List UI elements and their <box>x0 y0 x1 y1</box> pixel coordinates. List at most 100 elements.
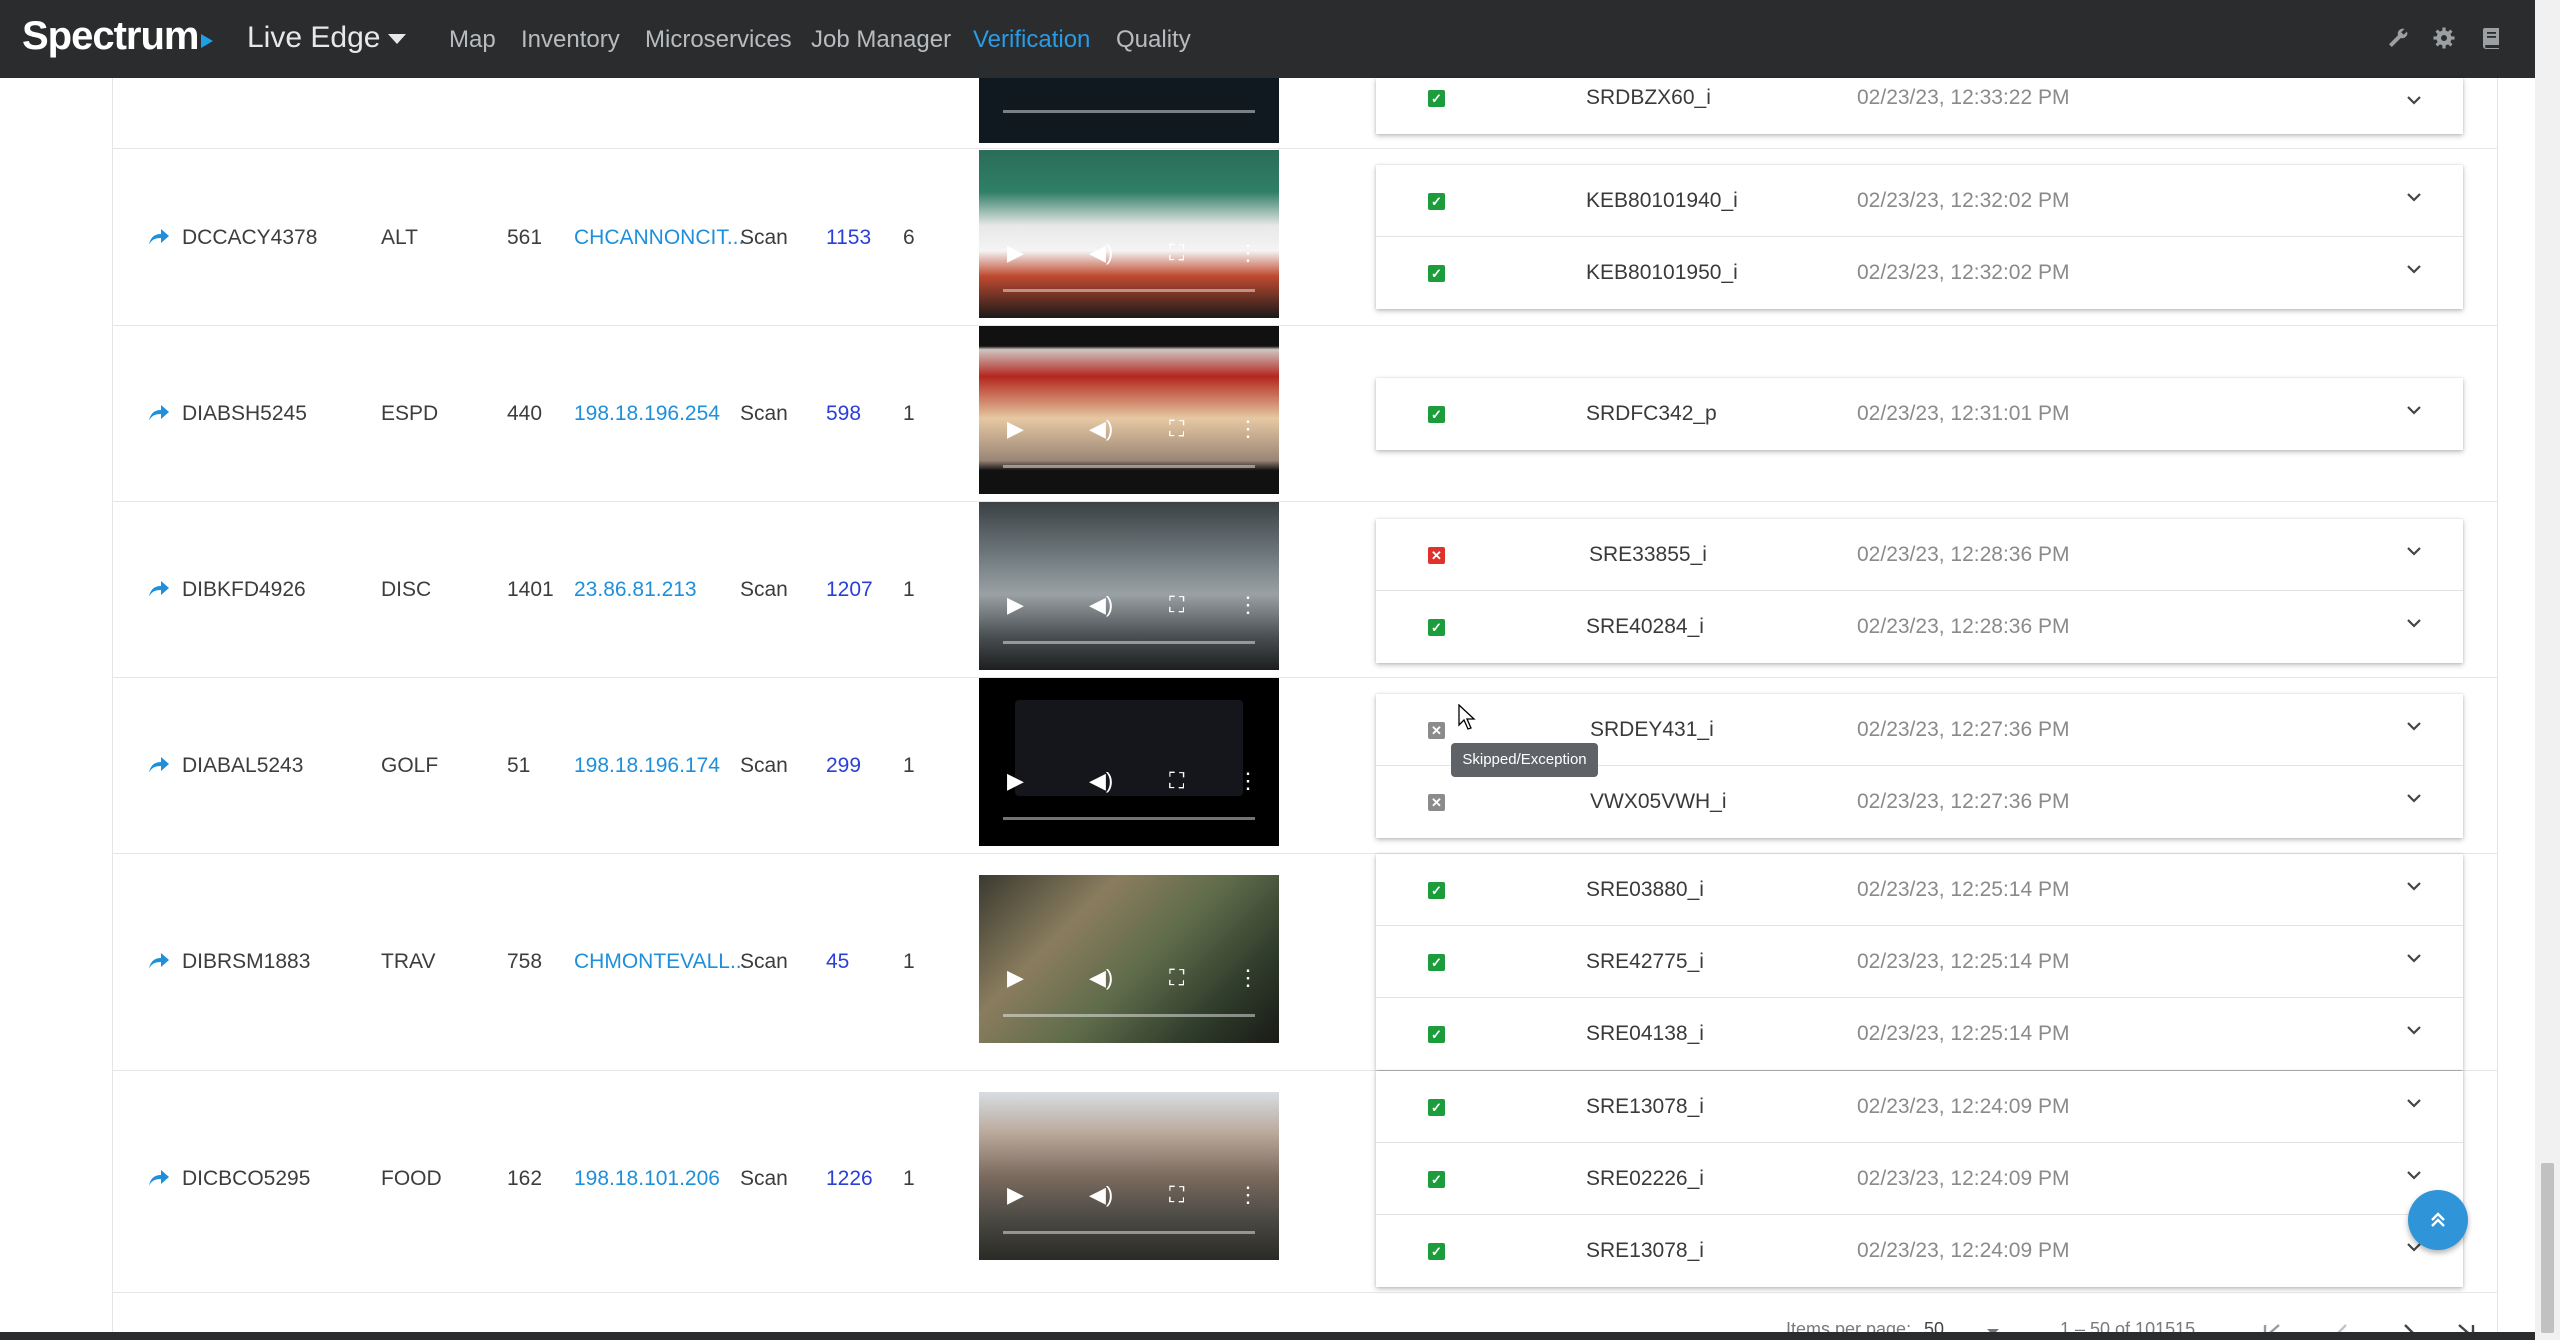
play-icon[interactable]: ▶ <box>1007 1182 1024 1208</box>
check-row[interactable]: ✓ SRE03880_i 02/23/23, 12:25:14 PM <box>1376 854 2463 926</box>
count-link[interactable]: 598 <box>826 402 861 426</box>
volume-icon[interactable]: ◀) <box>1089 1182 1113 1208</box>
video-progress[interactable] <box>1003 1231 1255 1234</box>
check-row[interactable]: ✓ SRDFC342_p 02/23/23, 12:31:01 PM <box>1376 378 2463 450</box>
share-icon[interactable] <box>148 404 170 422</box>
nav-job-manager[interactable]: Job Manager <box>811 26 951 54</box>
address-link[interactable]: 23.86.81.213 <box>574 578 697 602</box>
count-link[interactable]: 45 <box>826 950 849 974</box>
address-link[interactable]: 198.18.196.174 <box>574 754 720 778</box>
fullscreen-icon[interactable]: ⛶ <box>1169 1182 1184 1208</box>
number: 162 <box>507 1167 543 1190</box>
chevron-down-icon[interactable] <box>2406 1095 2422 1111</box>
video-progress[interactable] <box>1003 1014 1255 1017</box>
volume-icon[interactable]: ◀) <box>1089 592 1113 618</box>
video-player[interactable]: ▶ ◀) ⛶ ⋮ <box>979 875 1279 1043</box>
chevron-down-icon[interactable] <box>2406 950 2422 966</box>
count-link[interactable]: 1207 <box>826 578 873 602</box>
check-row[interactable]: ✓ SRE40284_i 02/23/23, 12:28:36 PM <box>1376 591 2463 663</box>
check-row[interactable]: ✓ SRE13078_i 02/23/23, 12:24:09 PM <box>1376 1215 2463 1287</box>
volume-icon[interactable]: ◀) <box>1089 965 1113 991</box>
video-progress[interactable] <box>1003 641 1255 644</box>
gear-icon[interactable] <box>2432 26 2456 50</box>
video-player[interactable]: ▶ ◀) ⛶ ⋮ <box>979 326 1279 494</box>
spectrum-logo[interactable]: Spectrum <box>22 14 213 59</box>
type: Scan <box>740 754 788 777</box>
more-icon[interactable]: ⋮ <box>1237 965 1259 991</box>
chevron-down-icon[interactable] <box>2406 790 2422 806</box>
check-row[interactable]: ✓ KEB80101950_i 02/23/23, 12:32:02 PM <box>1376 237 2463 309</box>
video-progress[interactable] <box>1003 817 1255 820</box>
chevron-down-icon[interactable] <box>2406 402 2422 418</box>
play-icon[interactable]: ▶ <box>1007 592 1024 618</box>
video-player[interactable]: ▶ ◀) ⛶ ⋮ <box>979 502 1279 670</box>
video-player[interactable]: ▶ ◀) ⛶ ⋮ <box>979 678 1279 846</box>
more-icon[interactable]: ⋮ <box>1237 768 1259 794</box>
nav-inventory[interactable]: Inventory <box>521 26 620 54</box>
chevron-down-icon[interactable] <box>2406 615 2422 631</box>
address-link[interactable]: CHMONTEVALL... <box>574 950 747 974</box>
volume-icon[interactable]: ◀) <box>1089 416 1113 442</box>
chevron-down-icon[interactable] <box>2406 261 2422 277</box>
nav-quality[interactable]: Quality <box>1116 26 1191 54</box>
check-name: SRE42775_i <box>1586 950 1704 973</box>
volume-icon[interactable]: ◀) <box>1089 768 1113 794</box>
more-icon[interactable]: ⋮ <box>1237 416 1259 442</box>
chevron-down-icon[interactable] <box>2406 878 2422 894</box>
volume-icon[interactable]: ◀) <box>1089 240 1113 266</box>
check-row[interactable]: ✓ SRDBZX60_i 02/23/23, 12:33:22 PM <box>1376 78 2463 134</box>
play-icon[interactable]: ▶ <box>1007 965 1024 991</box>
video-progress[interactable] <box>1003 110 1255 113</box>
address-link[interactable]: 198.18.196.254 <box>574 402 720 426</box>
video-player[interactable]: ▶ ◀) ⛶ ⋮ <box>979 150 1279 318</box>
share-icon[interactable] <box>148 952 170 970</box>
fullscreen-icon[interactable]: ⛶ <box>1169 240 1184 266</box>
chevron-down-icon[interactable] <box>2406 718 2422 734</box>
chevron-down-icon[interactable] <box>2406 543 2422 559</box>
nav-verification[interactable]: Verification <box>973 26 1090 54</box>
count-link[interactable]: 1226 <box>826 1167 873 1191</box>
check-row[interactable]: ✓ SRE04138_i 02/23/23, 12:25:14 PM <box>1376 998 2463 1070</box>
chevron-down-icon[interactable] <box>2406 1167 2422 1183</box>
fullscreen-icon[interactable]: ⛶ <box>1169 592 1184 618</box>
nav-map[interactable]: Map <box>449 26 496 54</box>
video-progress[interactable] <box>1003 465 1255 468</box>
page-scrollbar[interactable] <box>2535 0 2560 1340</box>
count-link[interactable]: 1153 <box>826 226 871 250</box>
check-row[interactable]: ✓ SRE13078_i 02/23/23, 12:24:09 PM <box>1376 1071 2463 1143</box>
share-icon[interactable] <box>148 1169 170 1187</box>
scroll-to-top-button[interactable] <box>2408 1190 2468 1250</box>
share-icon[interactable] <box>148 228 170 246</box>
logo-arrow-icon <box>200 33 213 48</box>
scrollbar-thumb[interactable] <box>2541 1163 2554 1333</box>
fullscreen-icon[interactable]: ⛶ <box>1169 768 1184 794</box>
more-icon[interactable]: ⋮ <box>1237 1182 1259 1208</box>
fullscreen-icon[interactable]: ⛶ <box>1169 965 1184 991</box>
play-icon[interactable]: ▶ <box>1007 240 1024 266</box>
wrench-icon[interactable] <box>2386 26 2410 50</box>
check-row[interactable]: ✕ SRE33855_i 02/23/23, 12:28:36 PM <box>1376 519 2463 591</box>
play-icon[interactable]: ▶ <box>1007 416 1024 442</box>
share-icon[interactable] <box>148 756 170 774</box>
play-icon[interactable]: ▶ <box>1007 768 1024 794</box>
count-link[interactable]: 299 <box>826 754 861 778</box>
nav-microservices[interactable]: Microservices <box>645 26 792 54</box>
video-player[interactable] <box>979 78 1279 143</box>
check-row[interactable]: ✓ SRE42775_i 02/23/23, 12:25:14 PM <box>1376 926 2463 998</box>
address-link[interactable]: CHCANNONCIT... <box>574 226 744 250</box>
video-progress[interactable] <box>1003 289 1255 292</box>
share-icon[interactable] <box>148 580 170 598</box>
chevron-down-icon[interactable] <box>2406 92 2422 108</box>
chevron-down-icon[interactable] <box>2406 1022 2422 1038</box>
chevron-down-icon[interactable] <box>2406 189 2422 205</box>
fullscreen-icon[interactable]: ⛶ <box>1169 416 1184 442</box>
address-link[interactable]: 198.18.101.206 <box>574 1167 720 1191</box>
chevron-down-icon[interactable] <box>388 34 406 44</box>
video-player[interactable]: ▶ ◀) ⛶ ⋮ <box>979 1092 1279 1260</box>
check-row[interactable]: ✓ SRE02226_i 02/23/23, 12:24:09 PM <box>1376 1143 2463 1215</box>
app-switcher[interactable]: Live Edge <box>247 21 380 55</box>
more-icon[interactable]: ⋮ <box>1237 592 1259 618</box>
check-row[interactable]: ✓ KEB80101940_i 02/23/23, 12:32:02 PM <box>1376 165 2463 237</box>
book-icon[interactable] <box>2479 26 2503 50</box>
more-icon[interactable]: ⋮ <box>1237 240 1259 266</box>
